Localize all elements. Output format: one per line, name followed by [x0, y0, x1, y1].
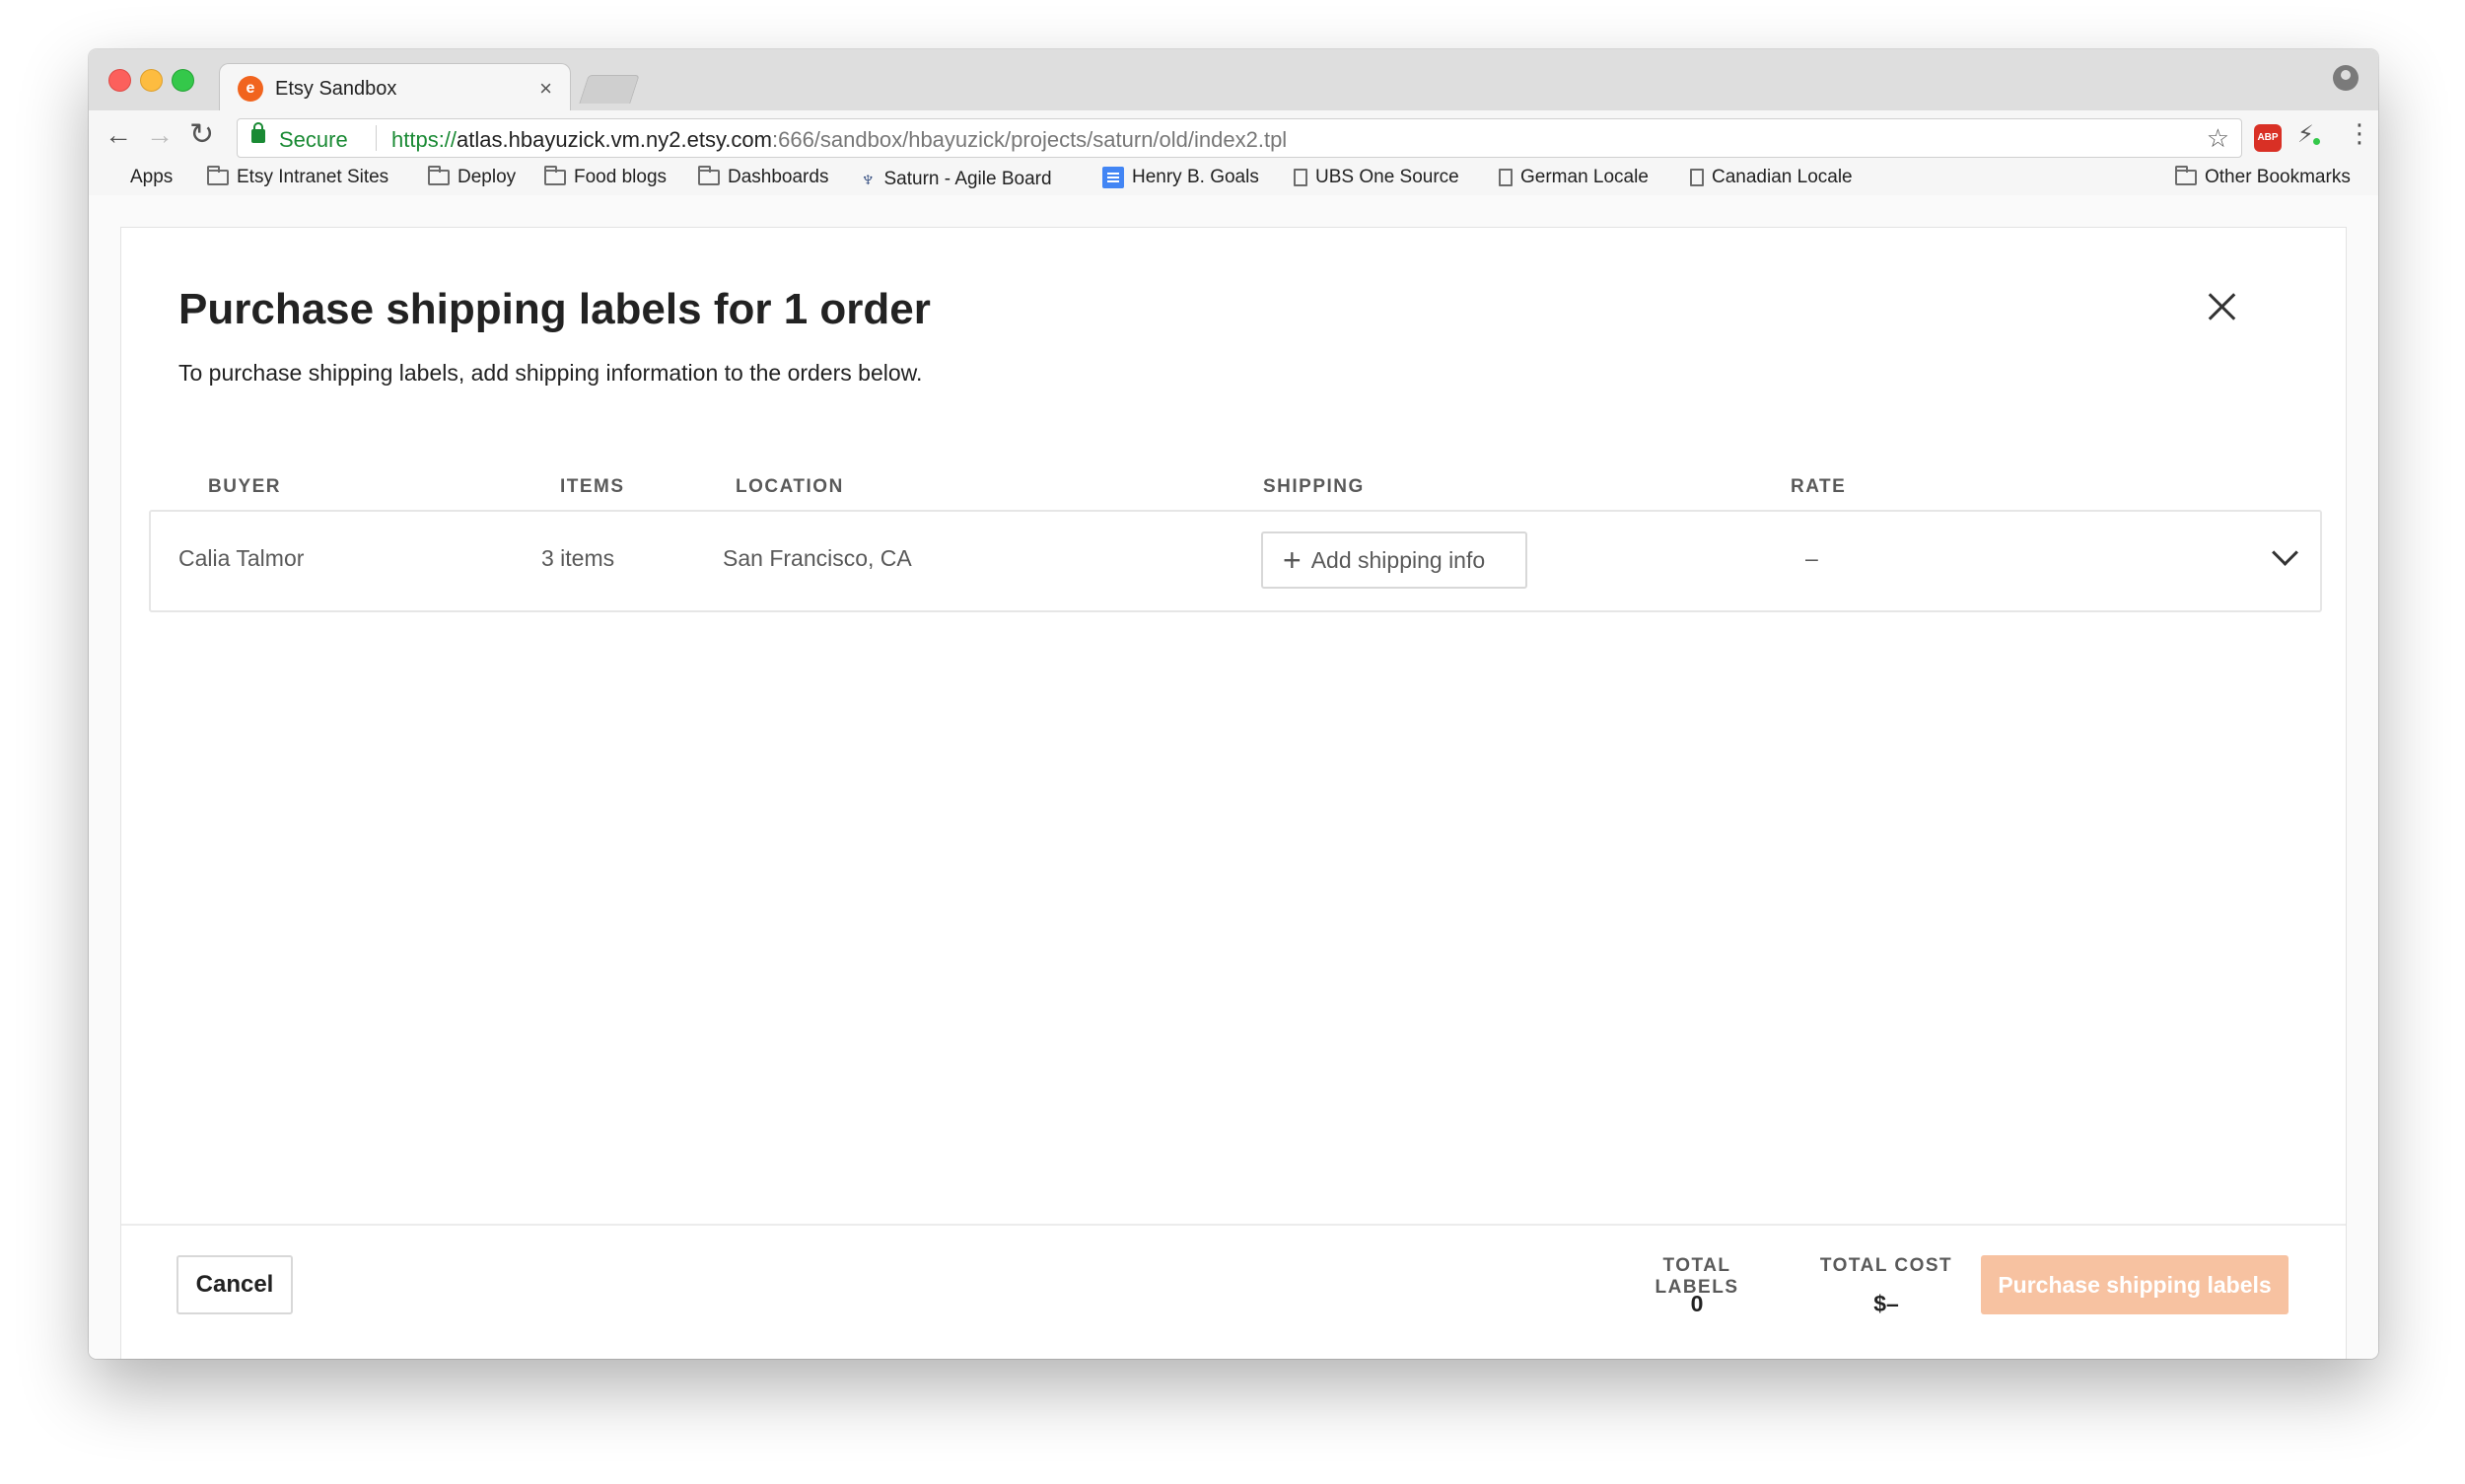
- modal-subtitle: To purchase shipping labels, add shippin…: [178, 360, 923, 386]
- minimize-window-button[interactable]: [140, 69, 163, 92]
- adblock-extension-icon[interactable]: ABP: [2254, 124, 2282, 152]
- lock-icon: [251, 122, 265, 143]
- bookmarks-bar: Apps Etsy Intranet Sites Deploy Food blo…: [89, 162, 2378, 196]
- bookmark-dashboards[interactable]: Dashboards: [698, 166, 829, 188]
- etsy-favicon-icon: e: [238, 76, 263, 102]
- bookmark-label: Apps: [130, 167, 174, 187]
- buyer-name: Calia Talmor: [178, 545, 305, 571]
- url-text[interactable]: https://atlas.hbayuzick.vm.ny2.etsy.com:…: [391, 127, 1287, 153]
- browser-window: e Etsy Sandbox × ← → ↻ Secure https://at…: [89, 49, 2378, 1359]
- bookmark-etsy-intranet-sites[interactable]: Etsy Intranet Sites: [207, 166, 389, 188]
- bookmark-label: Other Bookmarks: [2205, 167, 2351, 187]
- doc-icon: [1102, 167, 1124, 188]
- url-separator: [376, 125, 377, 151]
- shipping-rate: –: [1805, 545, 1818, 571]
- browser-menu-icon[interactable]: ⋮: [2347, 118, 2372, 149]
- column-header-location: LOCATION: [736, 476, 844, 497]
- browser-tab[interactable]: e Etsy Sandbox ×: [219, 63, 571, 113]
- bookmark-label: Canadian Locale: [1712, 167, 1853, 187]
- tab-close-icon[interactable]: ×: [539, 76, 552, 102]
- plus-icon: +: [1283, 542, 1302, 578]
- modal-footer: Cancel TOTAL LABELS 0 TOTAL COST $– Purc…: [121, 1224, 2346, 1359]
- bookmark-apps[interactable]: Apps: [103, 167, 173, 188]
- cancel-button[interactable]: Cancel: [176, 1255, 293, 1314]
- column-header-shipping: SHIPPING: [1263, 476, 1365, 497]
- order-location: San Francisco, CA: [723, 545, 912, 571]
- new-tab-button[interactable]: [579, 75, 640, 104]
- folder-icon: [428, 166, 450, 185]
- bookmark-german-locale[interactable]: German Locale: [1499, 167, 1649, 188]
- address-bar[interactable]: Secure https://atlas.hbayuzick.vm.ny2.et…: [237, 118, 2242, 158]
- folder-icon: [207, 166, 229, 185]
- bookmark-deploy[interactable]: Deploy: [428, 166, 517, 188]
- bookmark-label: Saturn - Agile Board: [883, 169, 1052, 189]
- bookmark-saturn-agile-board[interactable]: ♆ Saturn - Agile Board: [860, 167, 1052, 192]
- tab-title: Etsy Sandbox: [275, 78, 397, 100]
- url-scheme: https://: [391, 127, 458, 152]
- close-window-button[interactable]: [108, 69, 131, 92]
- bookmark-label: Etsy Intranet Sites: [237, 167, 389, 187]
- browser-toolbar: ← → ↻ Secure https://atlas.hbayuzick.vm.…: [89, 110, 2378, 162]
- modal-title: Purchase shipping labels for 1 order: [178, 285, 931, 333]
- column-header-items: ITEMS: [560, 476, 625, 497]
- add-shipping-info-button[interactable]: + Add shipping info: [1261, 531, 1527, 589]
- column-header-rate: RATE: [1791, 476, 1847, 497]
- bookmark-star-icon[interactable]: ☆: [2207, 123, 2229, 154]
- bookmark-ubs-one-source[interactable]: UBS One Source: [1294, 167, 1459, 188]
- bookmark-other-bookmarks[interactable]: Other Bookmarks: [2175, 166, 2351, 188]
- reload-icon[interactable]: ↻: [189, 120, 214, 150]
- bookmark-food-blogs[interactable]: Food blogs: [544, 166, 668, 188]
- secure-label: Secure: [279, 127, 348, 152]
- order-row[interactable]: Calia Talmor 3 items San Francisco, CA +…: [149, 510, 2322, 612]
- chevron-down-icon[interactable]: [2272, 539, 2298, 566]
- folder-icon: [698, 166, 720, 185]
- folder-icon: [2175, 166, 2197, 185]
- total-cost-value: $–: [1873, 1291, 1899, 1316]
- folder-icon: [544, 166, 566, 185]
- url-path: :666/sandbox/hbayuzick/projects/saturn/o…: [771, 127, 1288, 152]
- bookmark-label: Henry B. Goals: [1132, 167, 1259, 187]
- column-header-buyer: BUYER: [208, 476, 282, 497]
- total-cost-label: TOTAL COST: [1819, 1255, 1953, 1276]
- page-icon: [1294, 169, 1307, 186]
- purchase-labels-modal: Purchase shipping labels for 1 order To …: [120, 227, 2347, 1359]
- extension-icon[interactable]: ⚡: [2297, 120, 2314, 149]
- close-icon[interactable]: [2202, 287, 2241, 326]
- bookmark-canadian-locale[interactable]: Canadian Locale: [1690, 167, 1853, 188]
- page-icon: [1499, 169, 1513, 186]
- zoom-window-button[interactable]: [172, 69, 194, 92]
- total-labels-value: 0: [1690, 1291, 1704, 1316]
- add-shipping-info-label: Add shipping info: [1310, 546, 1486, 573]
- purchase-shipping-labels-button[interactable]: Purchase shipping labels: [1981, 1255, 2289, 1314]
- page-content: Purchase shipping labels for 1 order To …: [89, 195, 2378, 1359]
- apps-grid-icon: [103, 168, 122, 187]
- forward-arrow-icon[interactable]: →: [146, 120, 174, 150]
- bookmark-label: Food blogs: [574, 167, 668, 187]
- bookmark-label: German Locale: [1520, 167, 1649, 187]
- bookmark-label: Deploy: [458, 167, 517, 187]
- saturn-icon: ♆: [860, 167, 877, 191]
- bookmark-label: UBS One Source: [1315, 167, 1459, 187]
- profile-icon[interactable]: [2333, 65, 2359, 91]
- bookmark-label: Dashboards: [728, 167, 829, 187]
- extension-status-dot: [2313, 138, 2320, 145]
- item-count: 3 items: [541, 545, 615, 571]
- back-arrow-icon[interactable]: ←: [105, 120, 132, 150]
- bookmark-henry-b-goals[interactable]: Henry B. Goals: [1102, 167, 1259, 188]
- url-host: atlas.hbayuzick.vm.ny2.etsy.com: [457, 127, 772, 152]
- title-bar: e Etsy Sandbox ×: [89, 49, 2378, 113]
- page-icon: [1690, 169, 1704, 186]
